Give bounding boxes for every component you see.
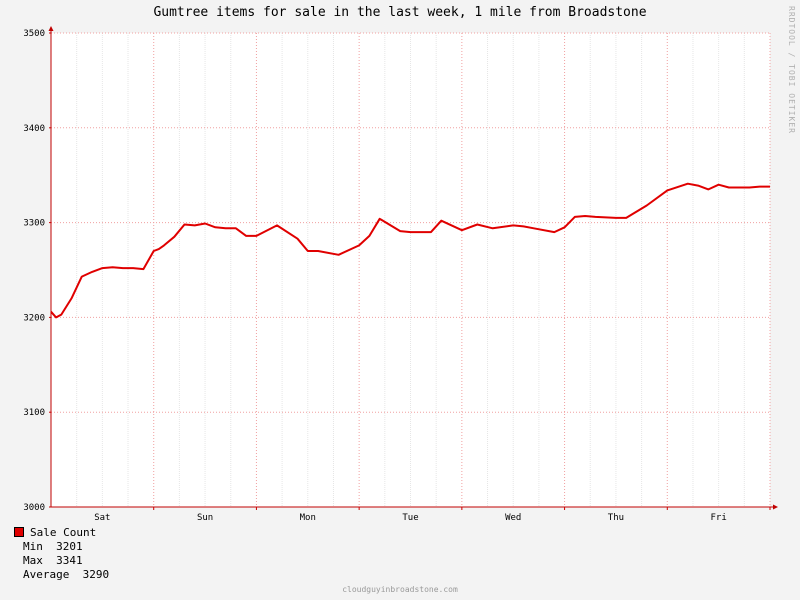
x-tick-label: Sun bbox=[197, 513, 213, 523]
x-tick-label: Fri bbox=[711, 513, 727, 523]
legend-average: Average 3290 bbox=[14, 568, 109, 582]
y-tick-label: 3400 bbox=[23, 124, 45, 134]
min-value: 3201 bbox=[56, 540, 83, 553]
legend-min: Min 3201 bbox=[14, 540, 109, 554]
legend-max: Max 3341 bbox=[14, 554, 109, 568]
max-value: 3341 bbox=[56, 554, 83, 567]
legend-entry: Sale Count bbox=[14, 526, 109, 540]
x-tick-label: Wed bbox=[505, 513, 521, 523]
y-tick-label: 3300 bbox=[23, 219, 45, 229]
max-label: Max bbox=[23, 554, 43, 567]
x-axis-arrow bbox=[773, 504, 778, 510]
y-tick-label: 3500 bbox=[23, 29, 45, 39]
average-value: 3290 bbox=[82, 568, 110, 581]
average-label: Average bbox=[23, 568, 70, 581]
y-tick-label: 3000 bbox=[23, 503, 45, 513]
plot-area: 3000 3100 3200 3300 3400 3500 Sat Sun Mon Tue Wed T… bbox=[23, 26, 778, 523]
x-tick-label: Tue bbox=[402, 513, 418, 523]
x-tick-label: Thu bbox=[608, 513, 624, 523]
x-tick-label: Mon bbox=[300, 513, 316, 523]
y-axis-arrow bbox=[48, 26, 54, 31]
min-label: Min bbox=[23, 540, 43, 553]
legend-swatch bbox=[14, 527, 24, 537]
chart: Gumtree items for sale in the last week,… bbox=[0, 0, 800, 600]
legend-label: Sale Count bbox=[30, 526, 97, 539]
x-tick-label: Sat bbox=[94, 513, 110, 523]
footer-credit: cloudguyinbroadstone.com bbox=[342, 585, 458, 594]
y-tick-label: 3200 bbox=[23, 313, 45, 323]
y-tick-label: 3100 bbox=[23, 408, 45, 418]
legend: Sale Count Min 3201 Max 3341 Average 329… bbox=[14, 526, 109, 582]
